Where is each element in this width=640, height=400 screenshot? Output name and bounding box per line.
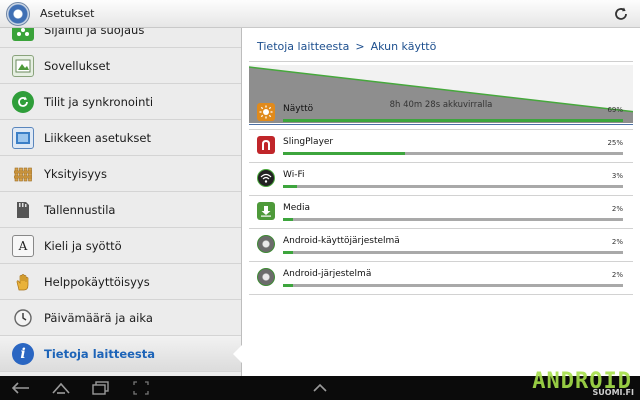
usage-name: Android-järjestelmä [283, 269, 372, 279]
hand-icon [12, 271, 34, 293]
slingplayer-icon [257, 136, 275, 154]
usage-row-slingplayer[interactable]: SlingPlayer 25% [249, 131, 633, 163]
divider [249, 61, 633, 62]
sidebar-item-label: Tallennustila [44, 202, 116, 217]
back-button[interactable] [10, 380, 32, 396]
usage-percent: 2% [611, 238, 623, 246]
sidebar-item-label: Tilit ja synkronointi [44, 94, 154, 109]
applications-icon [12, 54, 34, 77]
breadcrumb: Tietoja laitteesta > Akun käyttö [257, 40, 436, 53]
usage-bar-track [283, 218, 623, 221]
usage-name: Media [283, 203, 311, 213]
settings-sidebar: Sijainti ja suojaus Sovellukset Tilit ja… [0, 28, 242, 376]
action-bar: Asetukset [0, 0, 640, 28]
usage-row-android-os[interactable]: Android-käyttöjärjestelmä 2% [249, 230, 633, 262]
usage-bar-track [283, 119, 623, 122]
android-os-icon [257, 235, 275, 253]
home-icon [52, 382, 70, 394]
usage-percent: 69% [607, 106, 623, 114]
sidebar-item-date-time[interactable]: Päivämäärä ja aika [0, 300, 241, 336]
location-security-icon [12, 28, 34, 41]
usage-name: SlingPlayer [283, 137, 334, 147]
motion-icon [12, 126, 34, 149]
screenshot-icon [133, 381, 149, 395]
usage-bar-fill [283, 251, 294, 254]
sidebar-item-label: Liikkeen asetukset [44, 130, 151, 145]
sidebar-item-label: Tietoja laitteesta [44, 346, 156, 361]
sidebar-item-label: Sovellukset [44, 58, 111, 73]
storage-icon [12, 199, 34, 221]
language-icon: A [12, 234, 34, 257]
breadcrumb-separator: > [355, 40, 365, 53]
usage-bar-track [283, 152, 623, 155]
sidebar-item-privacy[interactable]: Yksityisyys [0, 156, 241, 192]
refresh-icon[interactable] [612, 5, 630, 23]
sidebar-item-label: Yksityisyys [44, 166, 107, 181]
selection-pointer [233, 345, 242, 363]
breadcrumb-parent[interactable]: Tietoja laitteesta [257, 40, 349, 53]
sidebar-item-language-input[interactable]: A Kieli ja syöttö [0, 228, 241, 264]
settings-app-icon [6, 1, 30, 26]
usage-bar-track [283, 251, 623, 254]
usage-bar-fill [283, 218, 294, 221]
sidebar-item-accessibility[interactable]: Helppokäyttöisyys [0, 264, 241, 300]
sidebar-item-location-security[interactable]: Sijainti ja suojaus [0, 28, 241, 48]
usage-percent: 2% [611, 205, 623, 213]
wifi-icon [257, 169, 275, 187]
sidebar-item-applications[interactable]: Sovellukset [0, 48, 241, 84]
sidebar-item-label: Päivämäärä ja aika [44, 310, 153, 325]
brightness-icon [257, 103, 275, 121]
clock-icon [12, 307, 34, 329]
usage-name: Android-käyttöjärjestelmä [283, 236, 400, 246]
chevron-up-icon [313, 383, 327, 392]
battery-usage-pane: Tietoja laitteesta > Akun käyttö 8h 40m … [243, 28, 640, 376]
usage-bar-fill [283, 119, 623, 122]
usage-bar-fill [283, 185, 297, 188]
usage-row-android-system[interactable]: Android-järjestelmä 2% [249, 263, 633, 295]
usage-row-display[interactable]: Näyttö 69% [249, 98, 633, 130]
android-system-icon [257, 268, 275, 286]
androidsuomi-logo-site: SUOMI.FI [592, 388, 634, 397]
usage-row-media[interactable]: Media 2% [249, 197, 633, 229]
sidebar-item-accounts-sync[interactable]: Tilit ja synkronointi [0, 84, 241, 120]
screenshot-button[interactable] [130, 380, 152, 396]
usage-bar-track [283, 185, 623, 188]
back-icon [12, 382, 29, 394]
sidebar-item-label: Helppokäyttöisyys [44, 274, 150, 289]
home-button[interactable] [50, 380, 72, 396]
info-icon: i [12, 342, 34, 365]
sidebar-item-motion[interactable]: Liikkeen asetukset [0, 120, 241, 156]
privacy-fence-icon [12, 163, 34, 185]
download-icon [257, 202, 275, 220]
sync-icon [12, 90, 34, 113]
recent-apps-button[interactable] [90, 380, 112, 396]
usage-name: Näyttö [283, 104, 314, 114]
usage-percent: 3% [611, 172, 623, 180]
sidebar-item-label: Kieli ja syöttö [44, 238, 122, 253]
breadcrumb-current: Akun käyttö [370, 40, 437, 53]
sidebar-item-label: Sijainti ja suojaus [44, 28, 145, 37]
usage-percent: 2% [611, 271, 623, 279]
usage-bar-track [283, 284, 623, 287]
usage-name: Wi-Fi [283, 170, 305, 180]
sidebar-item-storage[interactable]: Tallennustila [0, 192, 241, 228]
recent-apps-icon [92, 381, 109, 395]
sidebar-item-about-device[interactable]: i Tietoja laitteesta [0, 336, 241, 372]
usage-row-wifi[interactable]: Wi-Fi 3% [249, 164, 633, 196]
usage-percent: 25% [607, 139, 623, 147]
usage-bar-fill [283, 284, 294, 287]
quick-panel-button[interactable] [309, 380, 331, 396]
app-title: Asetukset [40, 7, 95, 20]
usage-bar-fill [283, 152, 406, 155]
